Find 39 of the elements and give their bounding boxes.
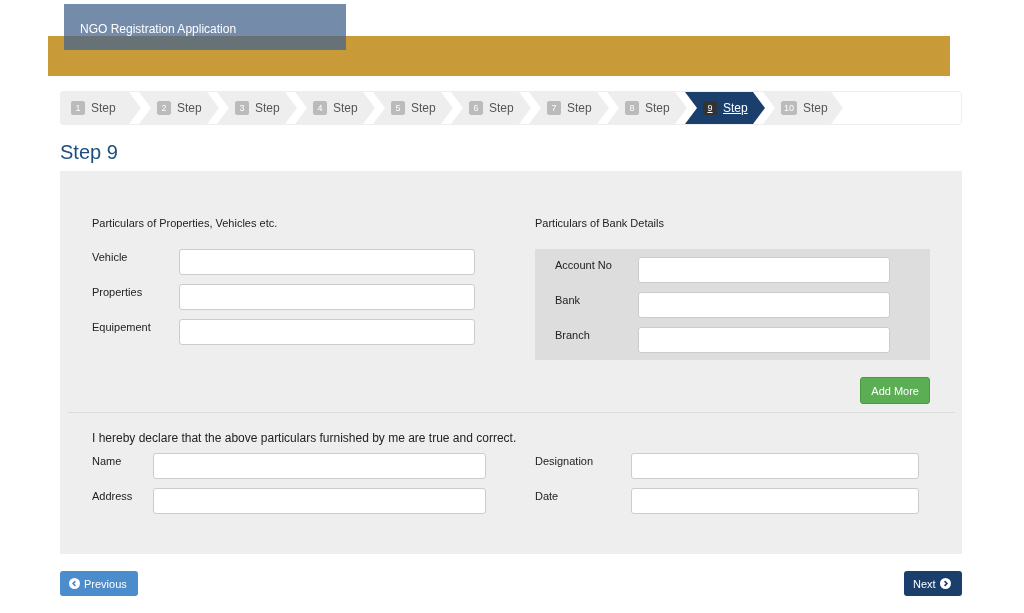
input-field[interactable] — [638, 257, 890, 283]
field-label: Designation — [535, 454, 595, 469]
section-heading: Particulars of Bank Details — [535, 217, 665, 231]
step-tab[interactable]: 5 Step — [373, 92, 453, 124]
input-field[interactable] — [638, 327, 890, 353]
step-tab[interactable]: 7 Step — [529, 92, 609, 124]
input-field[interactable] — [179, 319, 475, 345]
input-field[interactable] — [153, 453, 486, 479]
input-field[interactable] — [179, 284, 475, 310]
app-title: NGO Registration Application — [64, 4, 346, 50]
step-tab[interactable]: 8 Step — [607, 92, 687, 124]
chevron-left-circle-icon — [69, 578, 80, 589]
step-tab[interactable]: 2 Step — [139, 92, 219, 124]
chevron-right-circle-icon — [939, 578, 951, 589]
field-label: Date — [535, 489, 560, 504]
field-label: Name — [92, 454, 123, 469]
step-tab[interactable]: 4 Step — [295, 92, 375, 124]
previous-button[interactable]: Previous — [60, 571, 138, 596]
input-field[interactable] — [631, 488, 919, 514]
declaration-text: I hereby declare that the above particulars furnished by me are true and correct. — [92, 431, 518, 445]
input-field[interactable] — [179, 249, 475, 275]
field-label: Address — [92, 489, 134, 504]
section-heading: Particulars of Properties, Vehicles etc. — [92, 217, 279, 231]
step-tab[interactable]: 10 Step — [763, 92, 843, 124]
field-label: Vehicle — [92, 250, 129, 265]
page-title: Step 9 — [60, 141, 119, 165]
input-field[interactable] — [153, 488, 486, 514]
field-label: Account No — [555, 258, 613, 273]
field-label: Branch — [555, 328, 591, 343]
step-tab[interactable]: 6 Step — [451, 92, 531, 124]
next-button[interactable]: Next — [904, 571, 962, 596]
field-label: Equipement — [92, 320, 152, 335]
input-field[interactable] — [631, 453, 919, 479]
field-label: Properties — [92, 285, 144, 300]
field-label: Bank — [555, 293, 582, 308]
step-tab[interactable]: 3 Step — [217, 92, 297, 124]
step-tab[interactable]: 1 Step — [61, 92, 141, 124]
step-tab[interactable]: 9 Step — [685, 92, 765, 124]
input-field[interactable] — [638, 292, 890, 318]
